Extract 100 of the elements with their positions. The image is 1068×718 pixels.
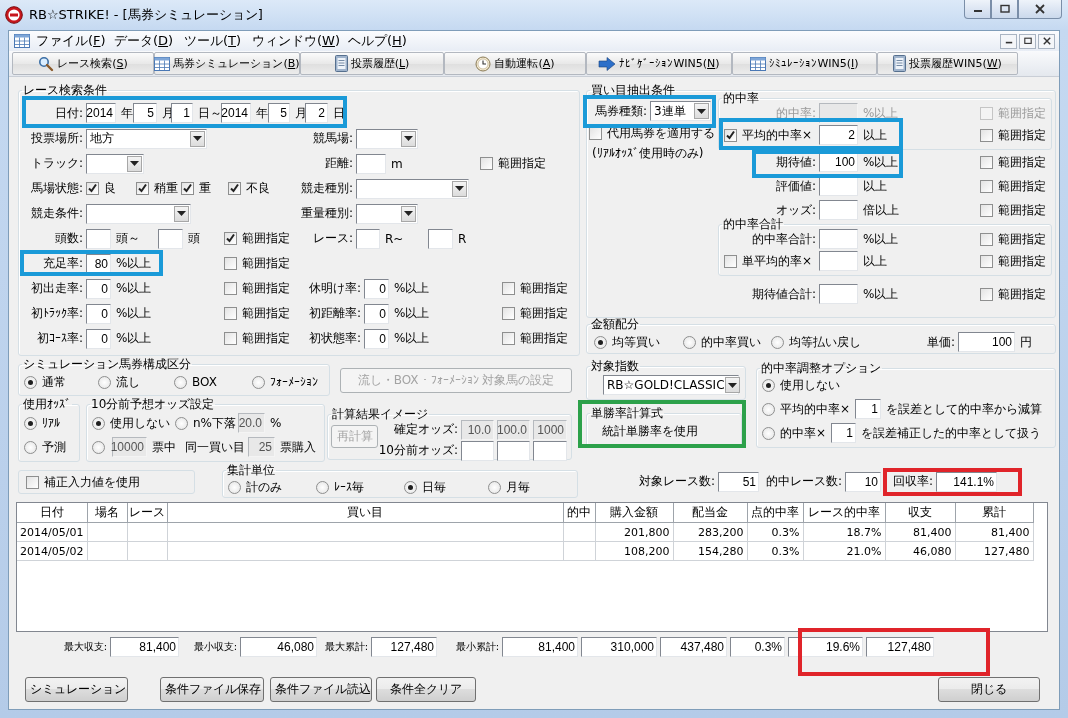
input-field[interactable]: 5 xyxy=(268,103,290,123)
checkbox[interactable] xyxy=(224,307,237,320)
input-field[interactable] xyxy=(819,284,858,304)
check-option[interactable]: 範囲指定 xyxy=(480,155,546,172)
input-field[interactable]: 2014 xyxy=(221,103,251,123)
dropdown[interactable]: 3連単 xyxy=(650,101,711,121)
dropdown[interactable] xyxy=(356,128,418,149)
radio-option[interactable]: ﾌｫｰﾒｰｼｮﾝ xyxy=(252,375,318,389)
check-option[interactable]: 範囲指定 xyxy=(224,255,290,272)
check-option[interactable]: 範囲指定 xyxy=(980,230,1046,248)
check-option[interactable]: 代用馬券を適用する xyxy=(589,124,715,142)
checkbox[interactable] xyxy=(480,157,493,170)
check-option[interactable]: 不良 xyxy=(228,180,270,197)
checkbox[interactable] xyxy=(228,182,241,195)
menu-item[interactable]: ファイル(F) xyxy=(36,32,114,50)
checkbox[interactable] xyxy=(724,128,737,142)
check-option[interactable]: 範囲指定 xyxy=(224,280,290,297)
input-field[interactable]: 5 xyxy=(133,103,157,123)
check-option[interactable]: 範囲指定 xyxy=(502,280,568,297)
dropdown[interactable]: RB☆GOLD!CLASSIC xyxy=(603,375,739,395)
input-field[interactable]: 310,000 xyxy=(581,637,657,657)
input-field[interactable]: 19.6% xyxy=(788,637,863,657)
action-button[interactable]: シミュレーション xyxy=(25,677,128,702)
close-button[interactable] xyxy=(1038,33,1055,49)
input-field[interactable]: 51 xyxy=(718,471,759,492)
maximize-button[interactable] xyxy=(991,0,1018,19)
check-option[interactable]: 範囲指定 xyxy=(980,285,1046,303)
input-field[interactable]: 81,400 xyxy=(502,637,578,657)
input-field[interactable]: 2014 xyxy=(86,103,116,123)
checkbox[interactable] xyxy=(980,232,993,246)
input-field[interactable] xyxy=(819,251,858,271)
check-option[interactable]: 稍重 xyxy=(136,180,178,197)
input-field[interactable] xyxy=(819,176,858,196)
input-field[interactable]: 0.3% xyxy=(730,637,785,657)
checkbox[interactable] xyxy=(502,332,515,345)
column-header[interactable]: 配当金 xyxy=(673,503,747,523)
dropdown[interactable] xyxy=(356,203,418,224)
checkbox[interactable] xyxy=(980,128,993,142)
input-field[interactable] xyxy=(461,440,494,461)
check-option[interactable]: 範囲指定 xyxy=(224,305,290,322)
radio-button[interactable] xyxy=(762,378,775,392)
check-option[interactable]: 範囲指定 xyxy=(224,330,290,347)
column-header[interactable]: レース xyxy=(127,503,167,523)
maximize-button[interactable] xyxy=(1019,33,1036,49)
radio-option[interactable]: 計のみ xyxy=(228,478,282,496)
input-field[interactable]: 80 xyxy=(86,253,111,274)
radio-button[interactable] xyxy=(316,480,329,494)
checkbox[interactable] xyxy=(502,282,515,295)
checkbox[interactable] xyxy=(224,282,237,295)
radio-button[interactable] xyxy=(594,335,607,349)
checkbox[interactable] xyxy=(224,257,237,270)
radio-option[interactable]: 通常 xyxy=(24,373,66,391)
input-field[interactable] xyxy=(356,153,386,174)
checkbox[interactable] xyxy=(26,475,39,489)
menu-item[interactable]: ツール(T) xyxy=(184,32,252,50)
radio-option[interactable]: 月毎 xyxy=(488,478,530,496)
input-field[interactable] xyxy=(158,228,183,249)
radio-option[interactable]: 的中率買い xyxy=(683,333,761,351)
radio-button[interactable] xyxy=(24,375,37,389)
input-field[interactable]: 127,480 xyxy=(371,637,437,657)
radio-option[interactable]: 使用しない xyxy=(762,376,840,394)
input-field[interactable]: 81,400 xyxy=(110,637,179,657)
radio-option[interactable]: BOX xyxy=(174,375,217,389)
radio-button[interactable] xyxy=(762,402,775,416)
radio-option[interactable]: 流し xyxy=(98,373,140,391)
radio-button[interactable] xyxy=(488,480,501,494)
checkbox[interactable] xyxy=(224,332,237,345)
input-field[interactable]: 1 xyxy=(831,423,856,443)
menu-item[interactable]: ヘルプ(H) xyxy=(348,32,408,50)
checkbox[interactable] xyxy=(224,232,237,245)
minimize-button[interactable] xyxy=(964,0,991,19)
checkbox[interactable] xyxy=(980,254,993,268)
check-option[interactable]: 補正入力値を使用 xyxy=(26,473,140,491)
check-option[interactable]: 範囲指定 xyxy=(980,177,1046,195)
toolbar-button[interactable]: 馬券シミュレーション(B) xyxy=(154,52,300,75)
check-option[interactable]: 平均的中率× xyxy=(724,126,813,144)
radio-button[interactable] xyxy=(24,416,37,430)
action-button[interactable]: 閉じる xyxy=(938,677,1040,702)
menu-item[interactable]: データ(D) xyxy=(114,32,184,50)
input-field[interactable]: 0 xyxy=(86,278,111,299)
input-field[interactable]: 127,480 xyxy=(866,637,934,657)
radio-button[interactable] xyxy=(404,480,417,494)
radio-button[interactable] xyxy=(252,375,265,389)
column-header[interactable]: 収支 xyxy=(885,503,955,523)
input-field[interactable] xyxy=(497,440,530,461)
column-header[interactable]: 点的中率 xyxy=(747,503,803,523)
checkbox[interactable] xyxy=(86,182,99,195)
checkbox[interactable] xyxy=(181,182,194,195)
checkbox[interactable] xyxy=(980,179,993,193)
radio-option[interactable]: ﾘｱﾙ xyxy=(24,416,60,430)
checkbox[interactable] xyxy=(980,287,993,301)
checkbox[interactable] xyxy=(724,254,737,268)
radio-option[interactable]: 平均的中率× xyxy=(762,400,851,418)
action-button[interactable]: 条件ファイル読込 xyxy=(270,677,372,702)
input-field[interactable]: 0 xyxy=(364,278,389,299)
toolbar-button[interactable]: ﾅﾋﾞｹﾞｰｼｮﾝWIN5(N) xyxy=(586,52,732,75)
input-field[interactable]: 100 xyxy=(819,152,858,172)
input-field[interactable]: 46,080 xyxy=(240,637,317,657)
check-option[interactable]: 範囲指定 xyxy=(980,153,1046,171)
radio-option[interactable]: 日毎 xyxy=(404,478,446,496)
